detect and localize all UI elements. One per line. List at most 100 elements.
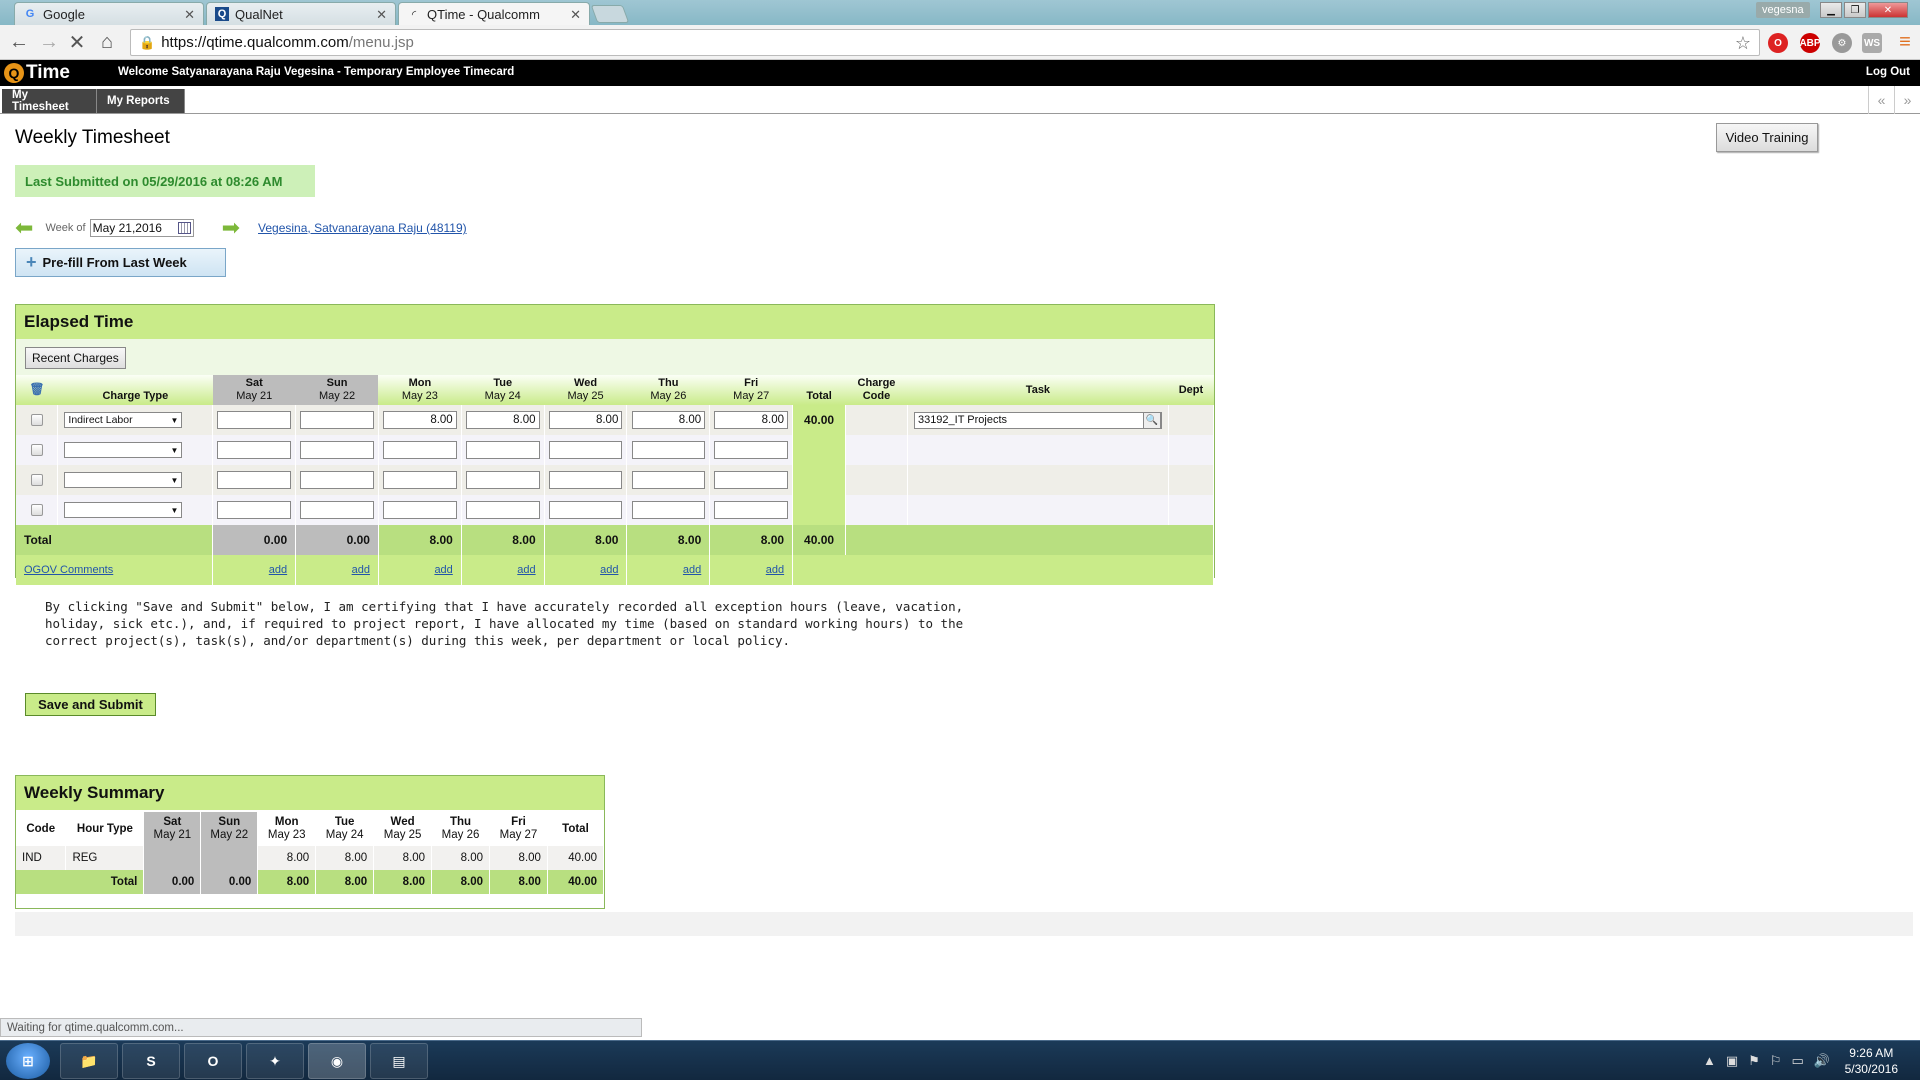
- volume-icon[interactable]: 🔊: [1814, 1053, 1830, 1069]
- nav-my-timesheet[interactable]: My Timesheet: [2, 89, 97, 113]
- hours-input[interactable]: [548, 441, 623, 459]
- hours-input[interactable]: [383, 441, 457, 459]
- hours-input[interactable]: [300, 441, 374, 459]
- hours-input[interactable]: [300, 501, 374, 519]
- tab-qtime[interactable]: ◜ QTime - Qualcomm ✕: [398, 2, 590, 25]
- maximize-button[interactable]: ❐: [1844, 2, 1866, 18]
- adblock-icon[interactable]: ABP: [1799, 33, 1821, 53]
- hours-input[interactable]: [217, 471, 292, 489]
- close-icon[interactable]: ✕: [376, 7, 387, 23]
- qtime-logo[interactable]: Q Time: [4, 62, 70, 84]
- add-comment-link[interactable]: add: [766, 564, 784, 576]
- forward-icon[interactable]: →: [38, 31, 60, 53]
- logout-link[interactable]: Log Out: [1866, 66, 1910, 78]
- collapse-right-icon[interactable]: »: [1894, 86, 1920, 114]
- charge-type-select[interactable]: [64, 502, 183, 518]
- minimize-button[interactable]: ▁: [1820, 2, 1842, 18]
- employee-link[interactable]: Vegesina, Satvanarayana Raju (48119): [258, 221, 467, 235]
- back-icon[interactable]: ←: [8, 31, 30, 53]
- tab-qualnet[interactable]: Q QualNet ✕: [206, 2, 396, 25]
- add-comment-link[interactable]: add: [352, 564, 370, 576]
- add-comment-link[interactable]: add: [517, 564, 535, 576]
- row-checkbox[interactable]: [30, 474, 43, 486]
- hours-input[interactable]: 8.00: [548, 411, 623, 429]
- search-icon[interactable]: 🔍: [1142, 411, 1161, 429]
- previous-week-arrow-icon[interactable]: ⬅: [15, 215, 33, 241]
- hours-input[interactable]: [383, 501, 457, 519]
- tray-alert-icon[interactable]: ⚑: [1748, 1053, 1760, 1069]
- hours-input[interactable]: [217, 501, 292, 519]
- next-week-arrow-icon[interactable]: ➡: [222, 215, 240, 241]
- paint-icon[interactable]: ▤: [370, 1043, 428, 1079]
- add-comment-link[interactable]: add: [269, 564, 287, 576]
- charge-type-select[interactable]: Indirect Labor: [64, 412, 183, 428]
- trash-icon[interactable]: 🗑: [29, 382, 44, 396]
- add-comment-link[interactable]: add: [683, 564, 701, 576]
- stop-icon[interactable]: ✕: [66, 31, 88, 54]
- file-explorer-icon[interactable]: 📁: [60, 1043, 118, 1079]
- recent-charges-button[interactable]: Recent Charges: [25, 347, 126, 369]
- hours-input[interactable]: [548, 501, 623, 519]
- extension-icon[interactable]: ⚙: [1832, 33, 1852, 53]
- row-checkbox[interactable]: [30, 444, 43, 456]
- hours-input[interactable]: [631, 441, 706, 459]
- row-checkbox[interactable]: [30, 504, 43, 516]
- hours-input[interactable]: 8.00: [383, 411, 457, 429]
- hours-input[interactable]: [383, 471, 457, 489]
- chrome-icon[interactable]: ◉: [308, 1043, 366, 1079]
- charge-type-select[interactable]: [64, 442, 183, 458]
- hours-input[interactable]: [631, 501, 706, 519]
- hours-input[interactable]: [465, 441, 540, 459]
- network-icon[interactable]: ▭: [1792, 1053, 1804, 1069]
- new-tab-button[interactable]: [590, 5, 630, 23]
- network-tool-icon[interactable]: ✦: [246, 1043, 304, 1079]
- hours-input[interactable]: 8.00: [465, 411, 540, 429]
- nav-my-reports[interactable]: My Reports: [97, 89, 185, 113]
- save-and-submit-button[interactable]: Save and Submit: [25, 693, 156, 716]
- calendar-icon[interactable]: [177, 222, 191, 234]
- hours-input[interactable]: [300, 411, 374, 429]
- collapse-left-icon[interactable]: «: [1868, 86, 1894, 114]
- hours-input[interactable]: 8.00: [631, 411, 706, 429]
- ws-icon[interactable]: WS: [1862, 33, 1882, 53]
- week-date-input[interactable]: May 21,2016: [89, 219, 194, 237]
- ogov-comments-link[interactable]: OGOV Comments: [24, 564, 113, 576]
- task-input[interactable]: 33192_IT Projects 🔍: [913, 411, 1162, 429]
- table-row: [16, 495, 1215, 525]
- hours-input[interactable]: [217, 411, 292, 429]
- hours-input[interactable]: [548, 471, 623, 489]
- prefill-button[interactable]: + Pre-fill From Last Week: [15, 248, 226, 277]
- hours-input[interactable]: [300, 471, 374, 489]
- tray-app-icon[interactable]: ▣: [1726, 1053, 1738, 1069]
- hours-input[interactable]: 8.00: [714, 411, 789, 429]
- page-title: Weekly Timesheet: [15, 127, 170, 148]
- outlook-icon[interactable]: O: [184, 1043, 242, 1079]
- system-clock[interactable]: 9:26 AM 5/30/2016: [1845, 1045, 1898, 1077]
- row-checkbox[interactable]: [30, 414, 43, 426]
- hours-input[interactable]: [714, 441, 789, 459]
- hours-input[interactable]: [465, 501, 540, 519]
- show-hidden-icons-icon[interactable]: ▲: [1703, 1053, 1716, 1069]
- add-comment-link[interactable]: add: [600, 564, 618, 576]
- hours-input[interactable]: [631, 471, 706, 489]
- tab-google[interactable]: G Google ✕: [14, 2, 204, 25]
- add-comment-link[interactable]: add: [434, 564, 452, 576]
- opera-icon[interactable]: O: [1768, 33, 1788, 53]
- tray-flag-icon[interactable]: ⚐: [1770, 1053, 1782, 1069]
- hours-input[interactable]: [465, 471, 540, 489]
- home-icon[interactable]: ⌂: [96, 31, 118, 53]
- menu-icon[interactable]: ≡: [1894, 31, 1916, 53]
- hours-input[interactable]: [714, 471, 789, 489]
- hours-input[interactable]: [217, 441, 292, 459]
- windows-start-icon[interactable]: ⊞: [6, 1043, 50, 1079]
- charge-type-select[interactable]: [64, 472, 183, 488]
- close-icon[interactable]: ✕: [570, 7, 581, 23]
- url-bar[interactable]: 🔒 https://qtime.qualcomm.com/menu.jsp ☆: [130, 29, 1760, 56]
- close-window-button[interactable]: ✕: [1868, 2, 1908, 18]
- window-user-badge[interactable]: vegesna: [1756, 2, 1810, 18]
- hours-input[interactable]: [714, 501, 789, 519]
- skype-icon[interactable]: S: [122, 1043, 180, 1079]
- video-training-button[interactable]: Video Training: [1716, 123, 1818, 152]
- star-icon[interactable]: ☆: [1735, 33, 1751, 54]
- close-icon[interactable]: ✕: [184, 7, 195, 23]
